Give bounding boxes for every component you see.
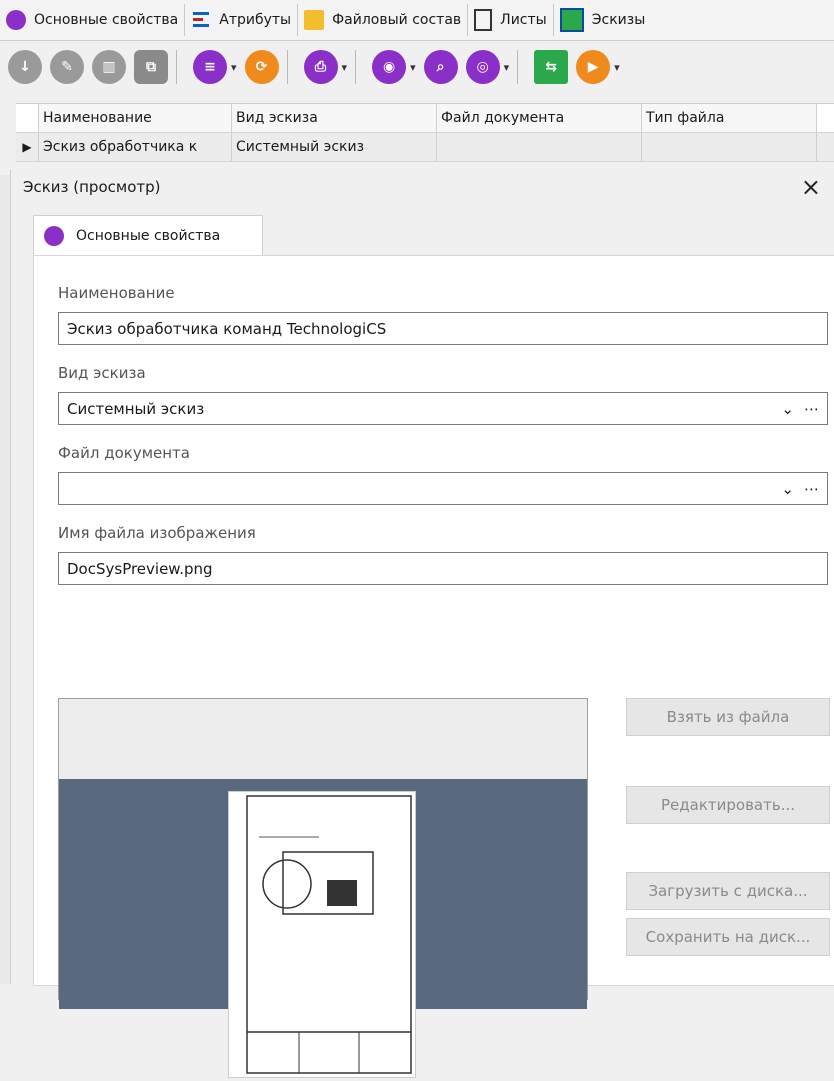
panel-title: Эскиз (просмотр) [23,178,161,196]
doc-file-select[interactable]: ⌄ ⋯ [58,472,828,505]
tab-label: Листы [500,12,547,28]
tab-sheets[interactable]: Листы [468,4,554,36]
tab-label: Файловый состав [332,12,462,28]
sketch-view-panel: Эскиз (просмотр) × Основные свойства Наи… [10,170,834,1078]
grid-header: Наименование Вид эскиза Файл документа Т… [16,104,834,133]
image-file-value: DocSysPreview.png [67,559,213,578]
table-row[interactable]: ▶ Эскиз обработчика к Системный эскиз [16,133,834,162]
drawing-icon [246,795,412,1074]
drawing-thumbnail [228,791,416,1078]
delete-icon[interactable]: ▥ [92,50,126,84]
tab-main-properties-panel[interactable]: Основные свойства [33,215,263,256]
more-icon[interactable]: ⋯ [804,400,819,418]
chevron-down-icon[interactable]: ⌄ [781,480,794,498]
refresh-icon[interactable]: ⟳ [244,50,279,84]
sketch-type-select[interactable]: Системный эскиз ⌄ ⋯ [58,392,828,425]
image-file-label: Имя файла изображения [58,524,256,542]
toolbar-separator [355,50,357,84]
chevron-down-icon[interactable]: ▾ [342,61,348,74]
chevron-down-icon[interactable]: ▾ [614,61,620,74]
print-icon[interactable]: ⎙ [303,50,338,84]
properties-content: Наименование Эскиз обработчика команд Te… [33,255,834,1078]
chevron-down-icon[interactable]: ▾ [504,61,510,74]
sketch-type-value: Системный эскиз [67,399,205,418]
view-icon[interactable]: ◉ [372,50,407,84]
toolbar-separator [286,50,288,84]
sketch-grid: Наименование Вид эскиза Файл документа Т… [16,103,834,162]
more-icon[interactable]: ⋯ [804,480,819,498]
chevron-down-icon[interactable]: ▾ [410,61,416,74]
sketch-icon [559,8,584,32]
image-file-field[interactable]: DocSysPreview.png [58,552,828,585]
take-from-file-button[interactable]: Взять из файла [626,698,830,736]
edit-button[interactable]: Редактировать... [626,786,830,824]
name-value: Эскиз обработчика команд TechnologiCS [67,319,387,338]
edit-icon[interactable]: ✎ [50,50,84,84]
tab-label: Атрибуты [219,12,292,28]
name-field[interactable]: Эскиз обработчика команд TechnologiCS [58,312,828,345]
main-toolbar: ↓ ✎ ▥ ⧉ ≡ ▾ ⟳ ⎙ ▾ ◉ ▾ ⌕ ◎ ▾ ⇆ ▶ ▾ [0,42,834,92]
close-icon[interactable]: × [801,173,821,201]
load-from-disk-button[interactable]: Загрузить с диска... [626,872,830,910]
tab-label: Основные свойства [34,12,179,28]
tab-main-properties[interactable]: Основные свойства [0,4,186,36]
paste-icon[interactable]: ⧉ [134,50,168,84]
attributes-icon [191,10,212,30]
tab-label: Основные свойства [76,228,221,244]
search-icon[interactable]: ⌕ [423,50,458,84]
table-cell: Системный эскиз [232,133,437,161]
doc-file-label: Файл документа [58,444,190,462]
row-indicator-header [16,104,39,132]
row-pointer-icon: ▶ [16,133,39,161]
column-header-doc-file[interactable]: Файл документа [437,104,642,132]
table-cell [642,133,817,161]
play-icon[interactable]: ▶ [576,50,611,84]
tab-sketches[interactable]: Эскизы [554,4,652,36]
image-preview [58,698,588,1078]
table-cell: Эскиз обработчика к [39,133,232,161]
toolbar-separator [176,50,177,84]
sheet-icon [474,9,493,31]
column-header-sketch-type[interactable]: Вид эскиза [232,104,437,132]
purple-circle-icon [44,226,64,246]
column-header-file-type[interactable]: Тип файла [642,104,817,132]
table-cell [437,133,642,161]
name-label: Наименование [58,284,175,302]
tab-files[interactable]: Файловый состав [298,4,469,36]
globe-icon[interactable]: ◎ [465,50,500,84]
sketch-type-label: Вид эскиза [58,364,146,382]
top-tabbar: Основные свойства Атрибуты Файловый сост… [0,0,834,41]
chevron-down-icon[interactable]: ⌄ [781,400,794,418]
document-icon[interactable]: ≡ [193,50,227,84]
purple-circle-icon [6,10,26,30]
export-icon[interactable]: ⇆ [534,50,569,84]
download-icon[interactable]: ↓ [8,50,42,84]
tab-label: Эскизы [591,12,646,28]
files-icon [304,10,325,30]
toolbar-separator [517,50,519,84]
column-header-name[interactable]: Наименование [39,104,232,132]
tab-attributes[interactable]: Атрибуты [185,4,299,36]
save-to-disk-button[interactable]: Сохранить на диск... [626,918,830,956]
chevron-down-icon[interactable]: ▾ [231,61,237,74]
